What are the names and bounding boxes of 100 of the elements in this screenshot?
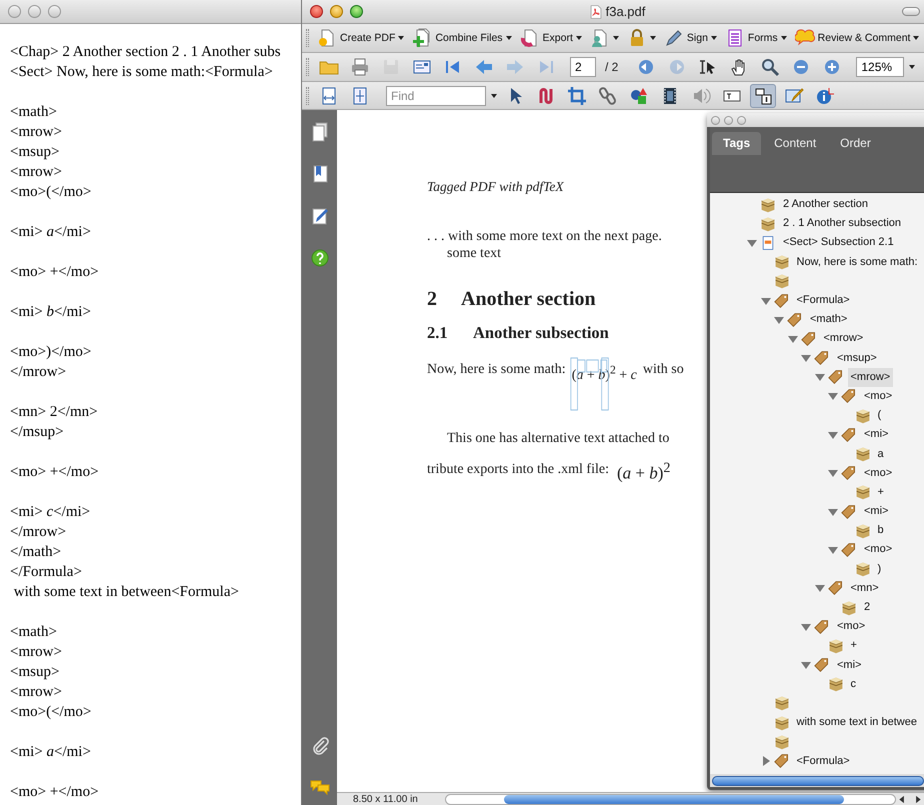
tree-item[interactable]: a [874,444,887,464]
tree-item[interactable]: <Formula> [794,752,853,771]
tree-item[interactable]: <mi> [861,502,892,522]
tree-item[interactable]: ( [874,406,884,426]
disclosure-triangle[interactable] [827,390,839,402]
page-count: / 2 [605,60,618,74]
input-field[interactable]: 2 [570,57,596,77]
tree-item[interactable]: 2 Another section [780,195,872,214]
caret-icon[interactable] [612,36,619,40]
close-button[interactable] [711,116,720,124]
box-icon [774,254,790,270]
tree-item[interactable]: with some text in betwee [794,713,920,732]
pen-icon [664,28,684,48]
text-box-icon[interactable] [750,84,776,108]
toolbar-button[interactable]: Export [518,26,584,50]
tree-item[interactable]: c [848,674,859,694]
tree-item[interactable]: <math> [807,310,850,330]
minimize-button[interactable] [724,116,733,124]
code-line: <mi> c</mi> [10,503,92,522]
close-button[interactable] [310,5,323,18]
tag-icon [774,753,790,770]
caret-icon[interactable] [506,36,512,40]
disclosure-triangle[interactable] [827,467,839,480]
tree-item[interactable]: <mo> [861,540,896,560]
disclosure-triangle[interactable] [814,582,826,594]
pages-icon[interactable] [310,122,330,142]
box-icon [854,522,870,539]
tree-item[interactable]: 2 [861,598,874,618]
tab[interactable]: Order [829,132,882,155]
toolbar-button[interactable]: Review & Comment [792,26,922,50]
tag-icon [828,580,844,596]
close-button[interactable] [8,5,21,18]
tree-item[interactable]: b [874,521,887,540]
tag-icon [841,465,857,482]
tree-item[interactable]: + [874,482,887,502]
pen-page-icon[interactable] [310,206,330,226]
tree-item[interactable]: Now, here is some math: [794,252,921,272]
caret-icon[interactable] [576,36,582,40]
code-line: <mo>(</mo> [10,703,92,722]
disclosure-triangle[interactable] [800,352,812,364]
box-icon [828,676,844,692]
code-line: <mo>(</mo> [10,183,92,202]
code-line: with some text in between<Formula> [12,583,240,602]
caret-icon[interactable] [491,94,497,98]
code-line: </mrow> [10,363,68,382]
caret-icon[interactable] [650,36,656,40]
disclosure-triangle[interactable] [800,659,812,672]
tree-item[interactable]: <mrow> [820,329,866,348]
toolbar-button[interactable]: Combine Files [410,26,514,50]
horizontal-scrollbar[interactable] [445,794,896,804]
tree-item[interactable]: <mi> [834,656,864,675]
tag-highlight-drawing [570,357,610,411]
zoom-button[interactable] [737,116,746,124]
tag-icon [814,350,830,366]
box-icon [854,446,870,462]
running-head: Tagged PDF with pdfTeX [427,179,564,194]
tree-item[interactable]: <Formula> [794,291,853,310]
caret-icon[interactable] [909,65,916,69]
zoom-button[interactable] [48,5,61,18]
box-icon [841,600,857,616]
input-field[interactable]: 125% [856,57,904,77]
tree-item[interactable]: <mi> [861,425,892,444]
scrollbar-thumb[interactable] [712,776,924,786]
body-text: tribute exports into the .xml file: [427,461,609,480]
minimize-button[interactable] [28,5,41,18]
caret-icon[interactable] [710,36,717,40]
toolbar-button[interactable]: Sign [662,26,719,50]
minimize-button[interactable] [330,5,343,18]
input-field[interactable]: Find [386,86,486,106]
tree-item[interactable]: 2 . 1 Another subsection [780,214,904,234]
tab[interactable]: Tags [712,132,762,155]
tree-item[interactable]: <mo> [861,464,896,483]
body-text: with so [642,361,684,379]
disclosure-triangle[interactable] [814,371,826,384]
help-icon[interactable] [310,248,330,268]
caret-icon[interactable] [913,36,920,40]
tree-item[interactable]: <mn> [848,578,882,598]
tree-item[interactable]: ) [874,560,884,579]
toolbar-button[interactable]: Forms [722,26,789,50]
box-icon [854,408,870,424]
code-line: <mi> a</mi> [10,743,92,762]
toolbar-toggle-icon[interactable] [902,7,920,16]
code-line: <mn> 2</mn> [10,403,99,422]
tree-item[interactable]: + [848,636,860,656]
documents-plus-icon [412,28,432,48]
code-line: <mi> b</mi> [10,303,92,322]
tree-item[interactable]: <mo> [861,386,896,406]
tree-item[interactable]: <mrow> [848,368,894,387]
code-line: <mrow> [10,123,63,142]
tree-item[interactable]: <mo> [834,617,868,636]
code-line: <mo> +</mo> [10,263,100,282]
caret-icon[interactable] [398,36,404,40]
zoom-button[interactable] [350,5,363,18]
body-text: Now, here is some math: [427,361,566,379]
toolbar-button[interactable]: Create PDF [315,26,406,50]
tree-item[interactable]: <msup> [834,348,880,368]
section-title: Another section [461,287,596,311]
tab[interactable]: Content [763,132,828,155]
tree-item[interactable]: <Sect> Subsection 2.1 [780,233,897,252]
caret-icon[interactable] [780,36,787,40]
